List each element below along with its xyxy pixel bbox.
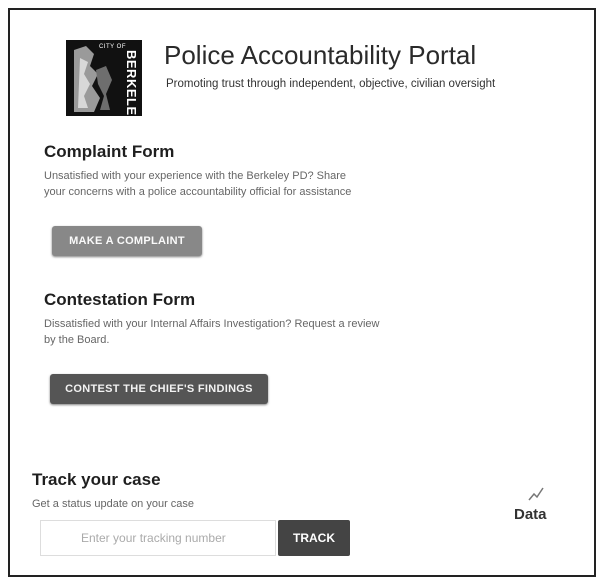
page-title: Police Accountability Portal: [164, 40, 477, 70]
make-complaint-button[interactable]: MAKE A COMPLAINT: [52, 226, 202, 256]
complaint-section: Complaint Form Unsatisfied with your exp…: [44, 142, 364, 256]
berkeley-logo[interactable]: CITY OF BERKELEY: [66, 40, 142, 116]
contestation-description: Dissatisfied with your Internal Affairs …: [44, 318, 380, 346]
track-heading: Track your case: [32, 470, 161, 489]
complaint-description: Unsatisfied with your experience with th…: [44, 170, 352, 198]
contestation-heading: Contestation Form: [44, 290, 196, 309]
page-subtitle: Promoting trust through independent, obj…: [166, 78, 496, 90]
track-section: Track your case Get a status update on y…: [32, 470, 372, 556]
logo-name-label: BERKELEY: [124, 50, 139, 116]
track-description: Get a status update on your case: [32, 498, 195, 510]
track-form: TRACK: [40, 520, 360, 560]
contestation-section: Contestation Form Dissatisfied with your…: [44, 290, 384, 404]
logo-city-label: CITY OF: [98, 44, 126, 50]
chart-line-icon[interactable]: [528, 486, 544, 502]
site-header: CITY OF BERKELEY Police Accountability P…: [66, 36, 576, 122]
data-link[interactable]: Data: [514, 506, 547, 523]
tracking-number-input[interactable]: [40, 520, 276, 556]
complaint-heading: Complaint Form: [44, 142, 175, 161]
contest-findings-button[interactable]: CONTEST THE CHIEF'S FINDINGS: [50, 374, 268, 404]
track-button[interactable]: TRACK: [278, 520, 350, 556]
